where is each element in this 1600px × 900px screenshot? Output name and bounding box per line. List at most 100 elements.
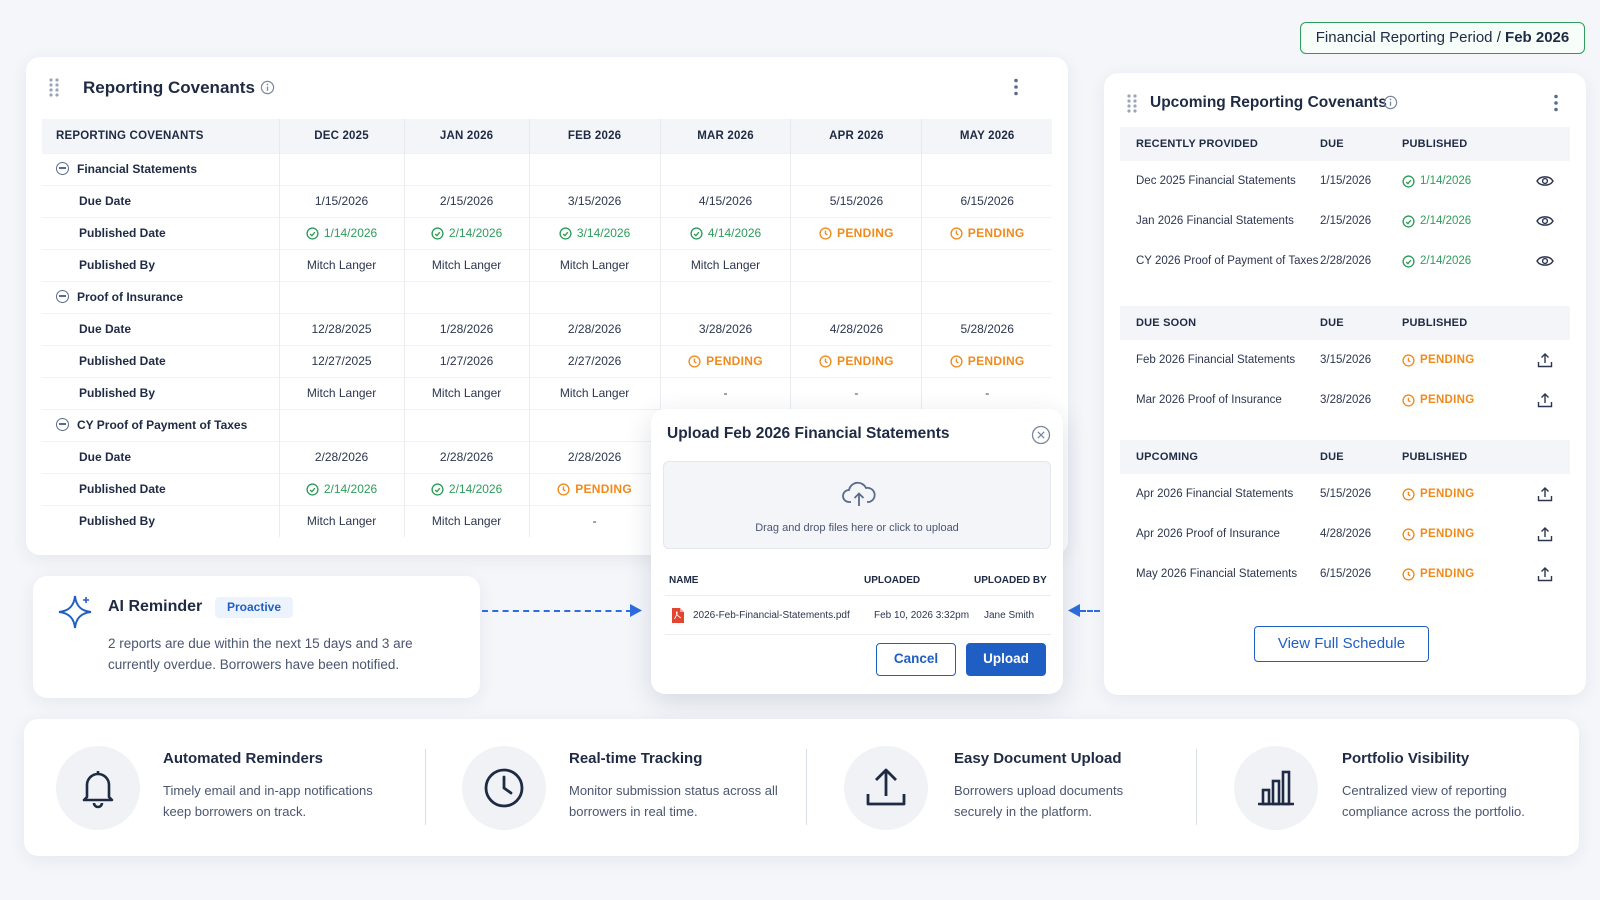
drag-handle-icon[interactable] <box>1126 93 1138 113</box>
feature-icon-circle <box>462 746 546 830</box>
clock-icon <box>1402 487 1415 501</box>
list-item[interactable]: Apr 2026 Proof of Insurance 4/28/2026 PEND… <box>1120 514 1570 554</box>
uploaded-file-row[interactable]: 2026-Feb-Financial-Statements.pdf Feb 10… <box>665 595 1051 635</box>
cell-value: 3/14/2026 <box>576 226 631 240</box>
card-title: Upcoming Reporting Covenants <box>1150 94 1387 111</box>
table-cell: PENDING <box>790 344 923 377</box>
period-label: Financial Reporting Period <box>1315 29 1493 46</box>
check-circle-icon <box>690 227 703 240</box>
list-item[interactable]: Apr 2026 Financial Statements 5/15/2026 PE… <box>1120 474 1570 514</box>
section-col-due: DUE <box>1320 451 1344 463</box>
cell-value: 2/28/2026 <box>567 450 622 464</box>
covenant-group-name: CY Proof of Payment of Taxes <box>77 418 248 432</box>
cell-value: 1/14/2026 <box>323 226 378 240</box>
table-cell: - <box>790 376 923 409</box>
cell-value: - <box>854 386 859 400</box>
row-action[interactable] <box>1520 255 1570 267</box>
list-item[interactable]: Mar 2026 Proof of Insurance 3/28/2026 PEND… <box>1120 380 1570 420</box>
row-action[interactable] <box>1520 175 1570 187</box>
list-item[interactable]: May 2026 Financial Statements 6/15/2026 PE… <box>1120 554 1570 594</box>
collapse-icon[interactable] <box>56 162 69 175</box>
eye-icon[interactable] <box>1536 255 1554 267</box>
covenant-group-row[interactable]: Financial Statements <box>42 152 1052 185</box>
upcoming-section: RECENTLY PROVIDED DUE PUBLISHED Dec 2025 Fi… <box>1120 127 1570 281</box>
feature-desc: Monitor submission status across all bor… <box>569 783 778 819</box>
list-item[interactable]: Feb 2026 Financial Statements 3/15/2026 PE… <box>1120 340 1570 380</box>
cell-value: Mitch Langer <box>306 386 377 400</box>
published-status: PENDING <box>1402 567 1520 581</box>
upload-icon[interactable] <box>1537 392 1553 408</box>
feature-icon-circle <box>56 746 140 830</box>
eye-icon[interactable] <box>1536 175 1554 187</box>
cell-value: Mitch Langer <box>559 258 630 272</box>
covenant-group-row[interactable]: Proof of Insurance <box>42 280 1052 313</box>
table-cell: 1/28/2026 <box>404 312 530 345</box>
published-value: 2/14/2026 <box>1420 255 1472 267</box>
drag-handle-icon[interactable] <box>48 77 60 97</box>
reporting-period-badge[interactable]: Financial Reporting Period / Feb 2026 <box>1300 22 1585 54</box>
more-options-icon[interactable] <box>1553 94 1559 112</box>
collapse-icon[interactable] <box>56 290 69 303</box>
row-action[interactable] <box>1520 392 1570 408</box>
covenant-group-name: Proof of Insurance <box>77 290 184 304</box>
covenant-group-cell: Proof of Insurance <box>42 280 280 313</box>
feature-desc: Centralized view of reporting compliance… <box>1342 783 1525 819</box>
published-value: PENDING <box>1420 394 1475 406</box>
cell-value: 12/27/2025 <box>311 354 372 368</box>
cell-value: Mitch Langer <box>306 514 377 529</box>
due-date: 1/15/2026 <box>1320 175 1372 187</box>
table-cell: Mitch Langer <box>404 504 530 537</box>
row-action[interactable] <box>1520 215 1570 227</box>
info-icon[interactable] <box>260 80 275 95</box>
upload-icon[interactable] <box>1537 486 1553 502</box>
cell-value: 2/27/2026 <box>567 354 622 368</box>
collapse-icon[interactable] <box>56 418 69 431</box>
view-full-schedule-button[interactable]: View Full Schedule <box>1254 626 1429 662</box>
table-cell: 4/28/2026 <box>790 312 923 345</box>
cell-value: 5/15/2026 <box>829 194 884 208</box>
clock-icon <box>557 483 570 496</box>
table-cell: PENDING <box>921 344 1052 377</box>
covenant-name: Jan 2026 Financial Statements <box>1136 215 1294 227</box>
row-action[interactable] <box>1520 352 1570 368</box>
file-uploaded-by: Jane Smith <box>984 609 1035 621</box>
feature-title: Portfolio Visibility <box>1342 750 1470 767</box>
col-uploaded: UPLOADED <box>864 575 921 586</box>
list-item[interactable]: Dec 2025 Financial Statements 1/15/2026 1/… <box>1120 161 1570 201</box>
column-header-month: DEC 2025 <box>279 119 405 153</box>
proactive-badge: Proactive <box>215 597 294 618</box>
file-drop-zone[interactable]: Drag and drop files here or click to upl… <box>663 461 1051 549</box>
cell-value: - <box>723 386 728 400</box>
covenant-name: Mar 2026 Proof of Insurance <box>1136 394 1282 406</box>
eye-icon[interactable] <box>1536 215 1554 227</box>
upload-icon[interactable] <box>1537 566 1553 582</box>
covenant-row: Published By Mitch Langer Mitch Langer Mitc… <box>42 376 1052 409</box>
feature-title: Automated Reminders <box>163 750 324 767</box>
row-action[interactable] <box>1520 486 1570 502</box>
cancel-button[interactable]: Cancel <box>876 643 956 676</box>
row-action[interactable] <box>1520 526 1570 542</box>
published-status: 2/14/2026 <box>1402 214 1520 228</box>
upload-icon[interactable] <box>1537 526 1553 542</box>
close-icon[interactable] <box>1031 425 1051 445</box>
upload-button[interactable]: Upload <box>966 643 1046 676</box>
feature-divider <box>425 749 426 825</box>
upload-modal: Upload Feb 2026 Financial Statements Dra… <box>651 409 1063 694</box>
upload-icon[interactable] <box>1537 352 1553 368</box>
table-cell: Mitch Langer <box>279 504 405 537</box>
row-label: Published By <box>42 248 280 281</box>
row-action[interactable] <box>1520 566 1570 582</box>
list-item[interactable]: Jan 2026 Financial Statements 2/15/2026 2/… <box>1120 201 1570 241</box>
section-header: UPCOMING DUE PUBLISHED <box>1120 440 1570 474</box>
table-cell: PENDING <box>790 216 923 249</box>
cell-value: 1/28/2026 <box>439 322 494 336</box>
table-cell: Mitch Langer <box>404 376 530 409</box>
published-value: PENDING <box>1420 488 1475 500</box>
more-options-icon[interactable] <box>1013 78 1019 96</box>
col-uploaded-by: UPLOADED BY <box>974 575 1047 586</box>
due-date: 3/28/2026 <box>1320 394 1372 406</box>
info-icon[interactable] <box>1383 95 1398 110</box>
list-item[interactable]: CY 2026 Proof of Payment of Taxes 2/28/20… <box>1120 241 1570 281</box>
due-date: 2/15/2026 <box>1320 215 1372 227</box>
feature-real-time-tracking: Real-time Tracking Monitor submission st… <box>462 719 822 856</box>
